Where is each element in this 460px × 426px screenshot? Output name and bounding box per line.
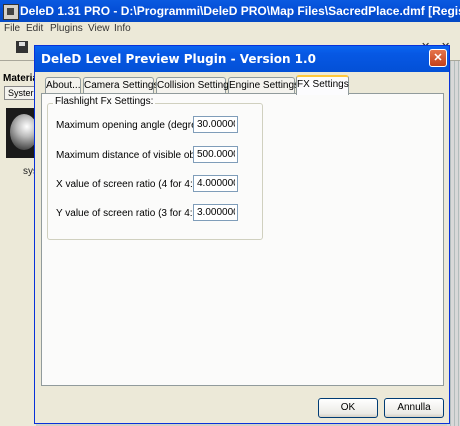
field-label: Maximum distance of visible objs:: [56, 150, 205, 161]
tab-engine-settings[interactable]: Engine Settings: [228, 77, 299, 93]
field-label: Maximum opening angle (degrees):: [56, 120, 214, 131]
cancel-button[interactable]: Annulla: [384, 398, 444, 418]
group-title: Flashlight Fx Settings:: [53, 96, 156, 107]
y-ratio-input[interactable]: [193, 204, 238, 221]
x-ratio-input[interactable]: [193, 175, 238, 192]
menu-info[interactable]: Info: [114, 22, 131, 36]
app-icon: [3, 4, 19, 20]
app-menu-bar: File Edit Plugins View Info: [0, 22, 460, 36]
save-icon[interactable]: [16, 41, 28, 53]
dialog-title: DeleD Level Preview Plugin - Version 1.0: [35, 46, 449, 72]
ok-button[interactable]: OK: [318, 398, 378, 418]
app-title-bar: DeleD 1.31 PRO - D:\Programmi\DeleD PRO\…: [0, 0, 460, 22]
menu-edit[interactable]: Edit: [26, 22, 43, 36]
menu-plugins[interactable]: Plugins: [50, 22, 83, 36]
max-opening-angle-input[interactable]: [193, 116, 238, 133]
menu-view[interactable]: View: [88, 22, 110, 36]
materials-label: Materia: [3, 73, 39, 84]
tab-about[interactable]: About...: [45, 77, 81, 93]
menu-file[interactable]: File: [4, 22, 20, 36]
max-distance-input[interactable]: [193, 146, 238, 163]
field-label: Y value of screen ratio (3 for 4:3):: [56, 208, 205, 219]
app-title: DeleD 1.31 PRO - D:\Programmi\DeleD PRO\…: [20, 4, 460, 18]
field-label: X value of screen ratio (4 for 4:3):: [56, 179, 205, 190]
tab-camera-settings[interactable]: Camera Settings: [83, 77, 158, 93]
close-icon[interactable]: ✕: [429, 49, 447, 67]
tab-collision-settings[interactable]: Collision Settings: [156, 77, 234, 93]
tab-fx-settings[interactable]: FX Settings: [296, 75, 349, 95]
